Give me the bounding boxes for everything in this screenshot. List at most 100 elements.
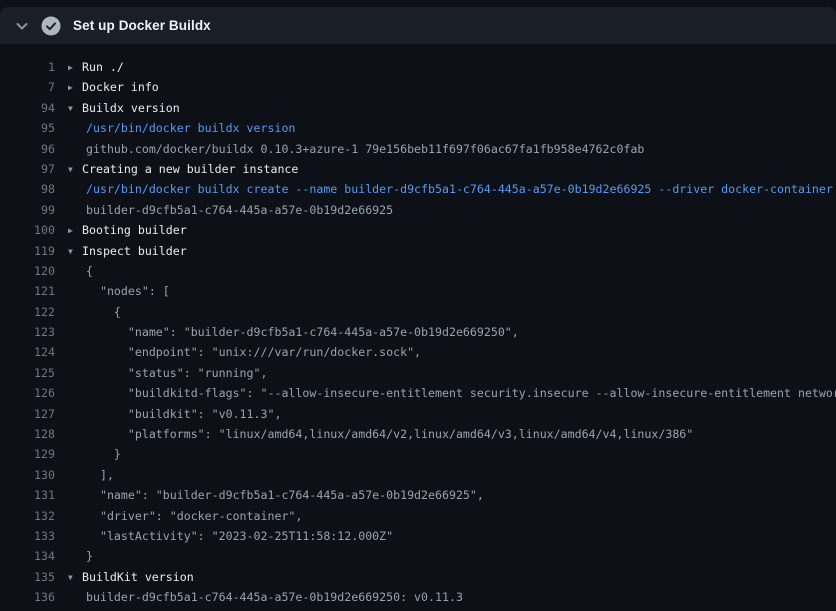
line-number[interactable]: 7 xyxy=(0,77,55,97)
log-line: 123 "name": "builder-d9cfb5a1-c764-445a-… xyxy=(0,322,836,342)
log-line: 132 "driver": "docker-container", xyxy=(0,506,836,526)
log-line: 129 } xyxy=(0,444,836,464)
log-line: 100▶Booting builder xyxy=(0,220,836,240)
log-line: 95/usr/bin/docker buildx version xyxy=(0,118,836,138)
log-output-line: "endpoint": "unix:///var/run/docker.sock… xyxy=(55,342,836,362)
log-line: 136builder-d9cfb5a1-c764-445a-a57e-0b19d… xyxy=(0,587,836,607)
line-number[interactable]: 129 xyxy=(0,444,55,464)
log-line: 127 "buildkit": "v0.11.3", xyxy=(0,404,836,424)
group-title: Booting builder xyxy=(82,223,187,237)
log-output-line: { xyxy=(55,302,836,322)
line-number[interactable]: 135 xyxy=(0,567,55,587)
log-output-line: "nodes": [ xyxy=(55,281,836,301)
triangle-expanded-icon: ▼ xyxy=(68,568,82,587)
line-number[interactable]: 98 xyxy=(0,179,55,199)
log-output-line: "buildkit": "v0.11.3", xyxy=(55,404,836,424)
log-line: 128 "platforms": "linux/amd64,linux/amd6… xyxy=(0,424,836,444)
log-output-line: "driver": "docker-container", xyxy=(55,506,836,526)
group-title: BuildKit version xyxy=(82,570,194,584)
check-circle-icon xyxy=(41,16,61,36)
log-output-line: "buildkitd-flags": "--allow-insecure-ent… xyxy=(55,383,836,403)
triangle-expanded-icon: ▼ xyxy=(68,160,82,179)
log-line: 133 "lastActivity": "2023-02-25T11:58:12… xyxy=(0,526,836,546)
triangle-expanded-icon: ▼ xyxy=(68,99,82,118)
log-group-header[interactable]: ▼Inspect builder xyxy=(55,241,836,261)
triangle-collapsed-icon: ▶ xyxy=(68,221,82,240)
log-group-header[interactable]: ▼Creating a new builder instance xyxy=(55,159,836,179)
line-number[interactable]: 121 xyxy=(0,281,55,301)
log-lines: 1▶Run ./7▶Docker info94▼Buildx version95… xyxy=(0,44,836,608)
log-group-header[interactable]: ▶Run ./ xyxy=(55,57,836,77)
line-number[interactable]: 123 xyxy=(0,322,55,342)
line-number[interactable]: 94 xyxy=(0,98,55,118)
log-line: 131 "name": "builder-d9cfb5a1-c764-445a-… xyxy=(0,485,836,505)
line-number[interactable]: 124 xyxy=(0,342,55,362)
line-number[interactable]: 100 xyxy=(0,220,55,240)
line-number[interactable]: 119 xyxy=(0,241,55,261)
log-line: 119▼Inspect builder xyxy=(0,241,836,261)
log-output-line: "status": "running", xyxy=(55,363,836,383)
line-number[interactable]: 97 xyxy=(0,159,55,179)
log-line: 121 "nodes": [ xyxy=(0,281,836,301)
line-number[interactable]: 127 xyxy=(0,404,55,424)
log-group-header[interactable]: ▶Docker info xyxy=(55,77,836,97)
line-number[interactable]: 133 xyxy=(0,526,55,546)
log-command-line: /usr/bin/docker buildx version xyxy=(55,118,836,138)
log-line: 1▶Run ./ xyxy=(0,57,836,77)
log-output-line: builder-d9cfb5a1-c764-445a-a57e-0b19d2e6… xyxy=(55,587,836,607)
log-line: 120{ xyxy=(0,261,836,281)
group-title: Run ./ xyxy=(82,60,124,74)
step-header[interactable]: Set up Docker Buildx xyxy=(0,7,836,44)
log-line: 135▼BuildKit version xyxy=(0,567,836,587)
line-number[interactable]: 130 xyxy=(0,465,55,485)
line-number[interactable]: 125 xyxy=(0,363,55,383)
log-output-line: "name": "builder-d9cfb5a1-c764-445a-a57e… xyxy=(55,485,836,505)
log-output-line: "platforms": "linux/amd64,linux/amd64/v2… xyxy=(55,424,836,444)
log-command-line: /usr/bin/docker buildx create --name bui… xyxy=(55,179,836,199)
line-number[interactable]: 96 xyxy=(0,139,55,159)
log-line: 125 "status": "running", xyxy=(0,363,836,383)
log-line: 134} xyxy=(0,546,836,566)
line-number[interactable]: 1 xyxy=(0,57,55,77)
line-number[interactable]: 120 xyxy=(0,261,55,281)
line-number[interactable]: 134 xyxy=(0,546,55,566)
group-title: Docker info xyxy=(82,80,159,94)
log-line: 97▼Creating a new builder instance xyxy=(0,159,836,179)
line-number[interactable]: 122 xyxy=(0,302,55,322)
triangle-collapsed-icon: ▶ xyxy=(68,58,82,77)
line-number[interactable]: 99 xyxy=(0,200,55,220)
log-line: 130 ], xyxy=(0,465,836,485)
log-output-line: } xyxy=(55,444,836,464)
chevron-down-icon[interactable] xyxy=(14,18,30,34)
log-output-line: builder-d9cfb5a1-c764-445a-a57e-0b19d2e6… xyxy=(55,200,836,220)
log-line: 124 "endpoint": "unix:///var/run/docker.… xyxy=(0,342,836,362)
line-number[interactable]: 128 xyxy=(0,424,55,444)
group-title: Creating a new builder instance xyxy=(82,162,298,176)
log-output-line: ], xyxy=(55,465,836,485)
log-output-line: } xyxy=(55,546,836,566)
triangle-collapsed-icon: ▶ xyxy=(68,78,82,97)
group-title: Inspect builder xyxy=(82,244,187,258)
group-title: Buildx version xyxy=(82,101,180,115)
log-line: 96github.com/docker/buildx 0.10.3+azure-… xyxy=(0,139,836,159)
log-line: 7▶Docker info xyxy=(0,77,836,97)
line-number[interactable]: 126 xyxy=(0,383,55,403)
line-number[interactable]: 95 xyxy=(0,118,55,138)
log-group-header[interactable]: ▼BuildKit version xyxy=(55,567,836,587)
log-line: 122 { xyxy=(0,302,836,322)
log-line: 94▼Buildx version xyxy=(0,98,836,118)
log-group-header[interactable]: ▶Booting builder xyxy=(55,220,836,240)
log-line: 126 "buildkitd-flags": "--allow-insecure… xyxy=(0,383,836,403)
log-group-header[interactable]: ▼Buildx version xyxy=(55,98,836,118)
step-title: Set up Docker Buildx xyxy=(73,18,211,33)
log-line: 99builder-d9cfb5a1-c764-445a-a57e-0b19d2… xyxy=(0,200,836,220)
log-output-line: { xyxy=(55,261,836,281)
log-line: 98/usr/bin/docker buildx create --name b… xyxy=(0,179,836,199)
log-output-line: "name": "builder-d9cfb5a1-c764-445a-a57e… xyxy=(55,322,836,342)
log-output-line: github.com/docker/buildx 0.10.3+azure-1 … xyxy=(55,139,836,159)
log-output-line: "lastActivity": "2023-02-25T11:58:12.000… xyxy=(55,526,836,546)
line-number[interactable]: 131 xyxy=(0,485,55,505)
line-number[interactable]: 136 xyxy=(0,587,55,607)
line-number[interactable]: 132 xyxy=(0,506,55,526)
triangle-expanded-icon: ▼ xyxy=(68,242,82,261)
